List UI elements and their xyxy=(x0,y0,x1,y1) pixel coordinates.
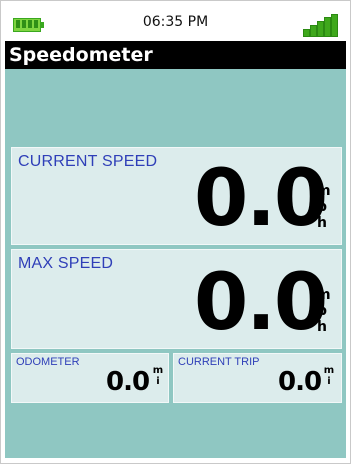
current-speed-label: CURRENT SPEED xyxy=(18,153,158,170)
current-trip-unit-i: i xyxy=(327,376,331,387)
current-trip-value: 0.0 xyxy=(278,367,322,397)
max-speed-value: 0.0 xyxy=(194,258,328,348)
current-trip-panel: CURRENT TRIP 0.0 m i xyxy=(173,353,342,403)
odometer-unit-i: i xyxy=(156,376,160,387)
status-bar: 06:35 PM xyxy=(5,5,346,41)
page-title: Speedometer xyxy=(5,41,346,69)
current-speed-unit-p: p xyxy=(316,199,328,215)
current-speed-panel: CURRENT SPEED 0.0 m p h xyxy=(11,147,342,245)
odometer-panel: ODOMETER 0.0 m i xyxy=(11,353,169,403)
max-speed-label: MAX SPEED xyxy=(18,255,114,272)
signal-bars-icon xyxy=(303,14,339,37)
max-speed-unit-p: p xyxy=(316,303,328,319)
current-speed-unit-h: h xyxy=(317,215,327,231)
odometer-label: ODOMETER xyxy=(16,356,80,368)
current-speed-unit-m: m xyxy=(316,183,331,199)
odometer-value: 0.0 xyxy=(106,367,150,397)
odometer-unit-m: m xyxy=(152,365,164,376)
current-trip-label: CURRENT TRIP xyxy=(178,356,260,368)
max-speed-unit-h: h xyxy=(317,319,327,335)
max-speed-panel: MAX SPEED 0.0 m p h xyxy=(11,249,342,349)
current-speed-value: 0.0 xyxy=(194,154,328,244)
clock-time: 06:35 PM xyxy=(142,14,209,30)
max-speed-unit-m: m xyxy=(316,287,331,303)
device-frame: 06:35 PM Speedometer CURRENT SPEED 0.0 m… xyxy=(0,0,351,464)
speedometer-content: CURRENT SPEED 0.0 m p h MAX SPEED 0.0 m … xyxy=(5,69,346,458)
current-trip-unit-m: m xyxy=(323,365,335,376)
